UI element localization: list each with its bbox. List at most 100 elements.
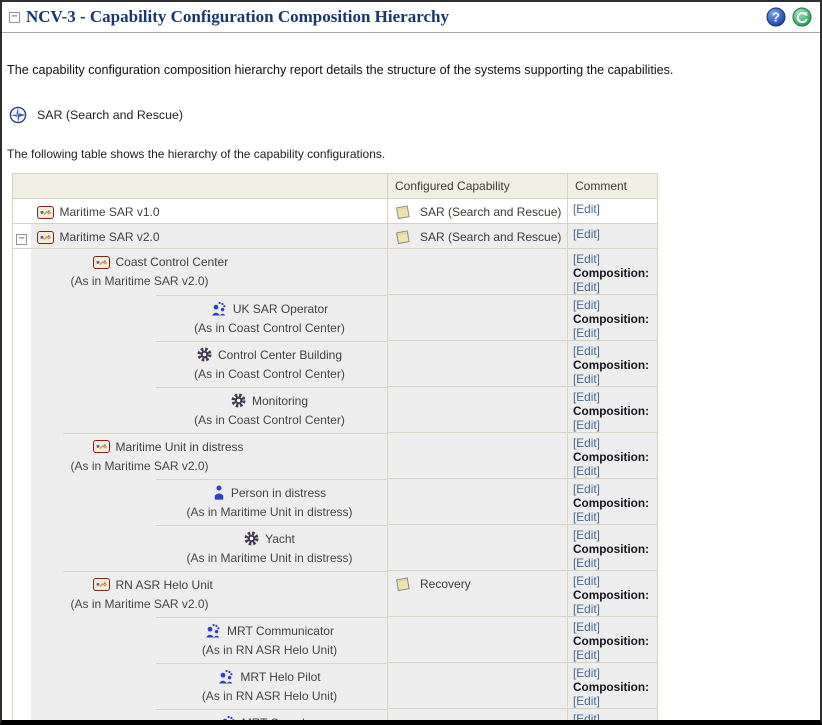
collapse-section-toggle[interactable]: −: [9, 12, 20, 23]
capability-label: SAR (Search and Rescue): [420, 205, 561, 220]
comment-cell: [Edit]Composition:[Edit]: [568, 525, 658, 571]
edit-link[interactable]: [Edit]: [573, 620, 657, 634]
table-row: Coast Control Center (As in Maritime SAR…: [13, 249, 658, 295]
composition-label: Composition:: [573, 358, 657, 372]
row-divider: [156, 387, 388, 388]
edit-link[interactable]: [Edit]: [573, 227, 657, 241]
intro-text: The capability configuration composition…: [7, 63, 815, 77]
gear-icon: [244, 531, 259, 546]
edit-link[interactable]: [Edit]: [573, 390, 657, 404]
comment-cell: [Edit]Composition:[Edit]: [568, 249, 658, 295]
capability-context-label: SAR (Search and Rescue): [37, 108, 183, 122]
row-divider: [156, 617, 388, 618]
collapse-row-toggle[interactable]: −: [16, 234, 27, 245]
people-icon: [220, 715, 236, 725]
edit-link[interactable]: [Edit]: [573, 574, 657, 588]
comment-cell: [Edit]: [568, 199, 658, 224]
edit-link[interactable]: [Edit]: [573, 666, 657, 680]
table-row: MRT Searcher (As in RN ASR Helo Unit) [E…: [13, 709, 658, 725]
as-in-label: (As in Coast Control Center): [156, 320, 384, 336]
as-in-label: (As in RN ASR Helo Unit): [156, 642, 384, 658]
edit-link[interactable]: [Edit]: [573, 464, 657, 478]
row-divider: [156, 525, 388, 526]
as-in-label: (As in Maritime SAR v2.0): [31, 596, 388, 612]
config-name: RN ASR Helo Unit: [116, 577, 213, 593]
config-name: Maritime Unit in distress: [116, 439, 244, 455]
edit-link[interactable]: [Edit]: [573, 712, 657, 725]
edit-link[interactable]: [Edit]: [573, 326, 657, 340]
comment-cell: [Edit]Composition:[Edit]: [568, 387, 658, 433]
edit-link[interactable]: [Edit]: [573, 436, 657, 450]
as-in-label: (As in Maritime SAR v2.0): [31, 273, 388, 289]
table-row: RN ASR Helo Unit (As in Maritime SAR v2.…: [13, 571, 658, 617]
hierarchy-table: Configured Capability Comment Maritime S…: [12, 173, 658, 725]
comment-cell: [Edit]Composition:[Edit]: [568, 571, 658, 617]
gear-icon: [231, 393, 246, 408]
table-intro: The following table shows the hierarchy …: [7, 147, 815, 161]
edit-link[interactable]: [Edit]: [573, 528, 657, 542]
as-in-label: (As in Maritime Unit in distress): [156, 504, 384, 520]
report-window: − NCV-3 - Capability Configuration Compo…: [0, 0, 822, 725]
config-name: Monitoring: [252, 393, 308, 409]
name-column-header: [31, 174, 388, 199]
row-divider: [156, 295, 388, 296]
config-name: Person in distress: [231, 485, 326, 501]
composition-label: Composition:: [573, 542, 657, 556]
edit-link[interactable]: [Edit]: [573, 482, 657, 496]
help-icon[interactable]: ?: [766, 7, 786, 27]
edit-link[interactable]: [Edit]: [573, 344, 657, 358]
composition-label: Composition:: [573, 588, 657, 602]
as-in-label: (As in Coast Control Center): [156, 412, 384, 428]
edit-link[interactable]: [Edit]: [573, 202, 657, 216]
composition-label: Composition:: [573, 496, 657, 510]
title-bar: − NCV-3 - Capability Configuration Compo…: [2, 2, 820, 33]
column-header-comment: Comment: [568, 174, 658, 199]
edit-link[interactable]: [Edit]: [573, 602, 657, 616]
person-icon: [213, 485, 225, 500]
capability-note-icon: [395, 204, 411, 220]
expander-column-header: [13, 174, 31, 199]
configuration-icon: [93, 256, 110, 269]
row-divider: [156, 709, 388, 710]
table-row: − Maritime SAR v2.0 SAR (Search and Resc…: [13, 224, 658, 249]
edit-link[interactable]: [Edit]: [573, 510, 657, 524]
configuration-icon: [93, 578, 110, 591]
comment-cell: [Edit]: [568, 224, 658, 249]
as-in-label: (As in Maritime SAR v2.0): [31, 458, 388, 474]
svg-text:?: ?: [772, 10, 780, 25]
gear-icon: [197, 347, 212, 362]
edit-link[interactable]: [Edit]: [573, 694, 657, 708]
composition-label: Composition:: [573, 404, 657, 418]
capability-label: SAR (Search and Rescue): [420, 230, 561, 245]
table-header-row: Configured Capability Comment: [13, 174, 658, 199]
refresh-icon[interactable]: [792, 7, 812, 27]
config-name: Coast Control Center: [116, 254, 229, 270]
page-title: NCV-3 - Capability Configuration Composi…: [26, 7, 449, 27]
table-row: UK SAR Operator (As in Coast Control Cen…: [13, 295, 658, 341]
edit-link[interactable]: [Edit]: [573, 556, 657, 570]
as-in-label: (As in RN ASR Helo Unit): [156, 688, 384, 704]
capability-label: Recovery: [420, 577, 471, 592]
comment-cell: [Edit]Composition:[Edit]: [568, 341, 658, 387]
table-row: Maritime SAR v1.0 SAR (Search and Rescue…: [13, 199, 658, 224]
comment-cell: [Edit]Composition:[Edit]: [568, 295, 658, 341]
config-name: MRT Helo Pilot: [240, 669, 320, 685]
edit-link[interactable]: [Edit]: [573, 298, 657, 312]
table-row: Yacht (As in Maritime Unit in distress) …: [13, 525, 658, 571]
row-divider: [156, 479, 388, 480]
row-divider: [63, 571, 388, 572]
edit-link[interactable]: [Edit]: [573, 372, 657, 386]
edit-link[interactable]: [Edit]: [573, 418, 657, 432]
composition-label: Composition:: [573, 266, 657, 280]
composition-label: Composition:: [573, 312, 657, 326]
edit-link[interactable]: [Edit]: [573, 280, 657, 294]
composition-label: Composition:: [573, 450, 657, 464]
table-row: Maritime Unit in distress (As in Maritim…: [13, 433, 658, 479]
table-row: Person in distress (As in Maritime Unit …: [13, 479, 658, 525]
as-in-label: (As in Maritime Unit in distress): [156, 550, 384, 566]
comment-cell: [Edit]Composition:[Edit]: [568, 617, 658, 663]
edit-link[interactable]: [Edit]: [573, 252, 657, 266]
as-in-label: (As in Coast Control Center): [156, 366, 384, 382]
edit-link[interactable]: [Edit]: [573, 648, 657, 662]
report-body: The capability configuration composition…: [2, 63, 820, 725]
